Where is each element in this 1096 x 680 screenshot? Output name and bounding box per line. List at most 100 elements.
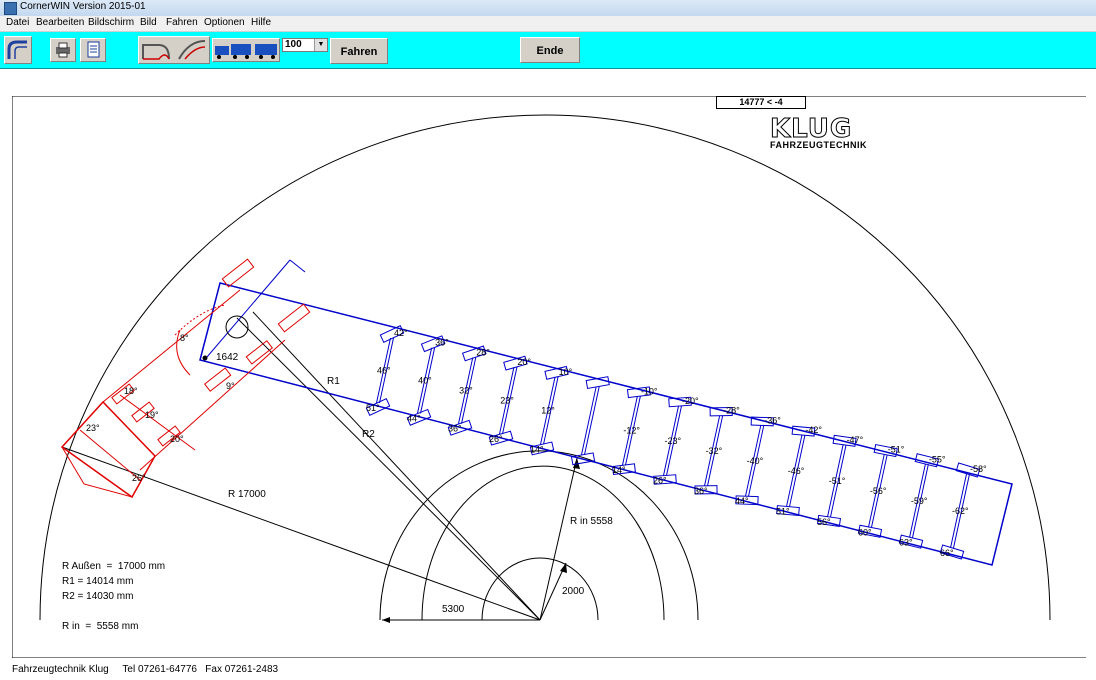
axle-line [581,386,597,455]
truck-trailer-button[interactable] [212,38,280,62]
angle-label-mid: 12° [541,406,555,416]
angle-label-top: -20° [682,396,699,406]
angle-label-top: -28° [723,406,740,416]
angle-label-bottom: 66° [940,548,954,558]
arrowhead [382,617,390,623]
speed-value: 100 [285,39,302,50]
menu-bar: Datei Bearbeiten Bildschirm Bild Fahren … [0,16,1096,32]
angle-label-top: 20° [517,357,531,367]
arrowhead [560,563,567,573]
angle-label-bottom: 56° [817,517,831,527]
angle-red-4: 23° [86,423,100,433]
label-5300: 5300 [442,604,465,615]
angle-label-top: -51° [888,445,905,455]
logo-subtitle: FAHRZEUGTECHNIK [770,140,867,150]
angle-label-mid: -32° [706,446,723,456]
kingpin-point [202,355,208,361]
menu-bildschirm[interactable]: Bildschirm [88,17,134,28]
angle-label-top: 42° [394,328,408,338]
axle-line [584,386,600,455]
angle-label-bottom: 60° [858,527,872,537]
ende-button[interactable]: Ende [520,37,580,63]
angle-label-top: 36° [435,338,449,348]
angle-label-mid: -62° [952,506,969,516]
angle-red-3: 20° [170,434,184,444]
angle-red-2: 19° [145,410,159,420]
angle-label-mid: -23° [665,436,682,446]
road-curve-icon [142,40,206,60]
angle-label-mid: -56° [870,486,887,496]
road-curve-button[interactable] [138,36,210,64]
menu-datei[interactable]: Datei [6,17,29,28]
angle-label-bottom: 51° [366,403,380,413]
title-bar: CornerWIN Version 2015-01 [0,0,1096,17]
angle-red-6: 8° [180,333,189,343]
angle-label-mid: -12° [623,426,640,436]
document-icon [87,41,100,58]
print-button[interactable] [50,38,76,62]
fahren-button[interactable]: Fahren [330,38,388,64]
angle-label-top: -42° [805,425,822,435]
speed-select[interactable]: 100 ▼ [282,38,328,52]
truck-trailer-icon [215,44,277,59]
menu-bearbeiten[interactable]: Bearbeiten [36,17,84,28]
printer-icon [56,42,70,58]
label-2000: 2000 [562,586,585,597]
label-1642: 1642 [216,352,239,363]
angle-label-bottom: 63° [899,538,913,548]
wheelsets: 42° 46° 51° 36° 40° 44° 28° 32° 36° 20° 23° 26° 10° 1… [365,325,987,560]
angle-red-1: 18° [124,386,138,396]
angle-label-top: -10° [641,386,658,396]
info-r-aussen: R Außen = 17000 mm [62,561,166,572]
angle-label-bottom: 26° [653,476,667,486]
angle-label-mid: -51° [829,476,846,486]
angle-label-bottom: 36° [694,486,708,496]
angle-label-top: -47° [847,435,864,445]
chevron-down-icon[interactable]: ▼ [314,39,327,51]
app-icon [4,2,17,15]
angle-label-bottom: 36° [448,424,462,434]
document-button[interactable] [80,38,106,62]
label-r2: R2 [362,429,375,440]
angle-label-bottom: 44° [407,413,421,423]
angle-red-7: 9° [226,381,235,391]
angle-label-bottom: 14° [612,465,626,475]
kingpin-circle [225,315,249,339]
position-readout: 14777 < -4 [716,96,806,109]
angle-label-bottom: 14° [530,444,544,454]
angle-label-bottom: 44° [735,496,749,506]
app-curve-button[interactable] [4,36,32,64]
footer-contact: Fahrzeugtechnik Klug Tel 07261-64776 Fax… [12,664,279,675]
label-r1: R1 [327,376,340,387]
angle-label-mid: 32° [459,386,473,396]
inner-radius-arc-2 [421,465,665,621]
angle-label-mid: -46° [788,466,805,476]
angle-label-top: -58° [970,464,987,474]
kingpin-line [206,259,291,358]
info-r2: R2 = 14030 mm [62,591,134,602]
label-r17000: R 17000 [228,489,266,500]
menu-optionen[interactable]: Optionen [204,17,245,28]
angle-label-top: -55° [929,454,946,464]
angle-label-mid: -40° [747,456,764,466]
angle-label-mid: -59° [911,496,928,506]
menu-fahren[interactable]: Fahren [166,17,198,28]
angle-label-bottom: 26° [489,434,503,444]
angle-label-mid: 23° [500,396,514,406]
drawing-canvas[interactable]: 42° 46° 51° 36° 40° 44° 28° 32° 36° 20° 23° 26° 10° 1… [12,96,1086,658]
klug-logo: KLUG FAHRZEUGTECHNIK [770,114,867,151]
angle-label-top: 10° [559,367,573,377]
angle-red-5: 26° [132,473,146,483]
angle-label-top: -36° [764,415,781,425]
kingpin-line-2 [289,259,306,273]
label-rin: R in 5558 [570,516,613,527]
menu-bild[interactable]: Bild [140,17,157,28]
angle-label-top: 28° [476,347,490,357]
angle-label-bottom: 51° [776,507,790,517]
wheel-top [585,376,610,390]
app-curve-icon [7,40,27,59]
info-rin: R in = 5558 mm [62,621,139,632]
angle-label-mid: 46° [377,366,391,376]
angle-label-mid: 40° [418,376,432,386]
menu-hilfe[interactable]: Hilfe [251,17,271,28]
